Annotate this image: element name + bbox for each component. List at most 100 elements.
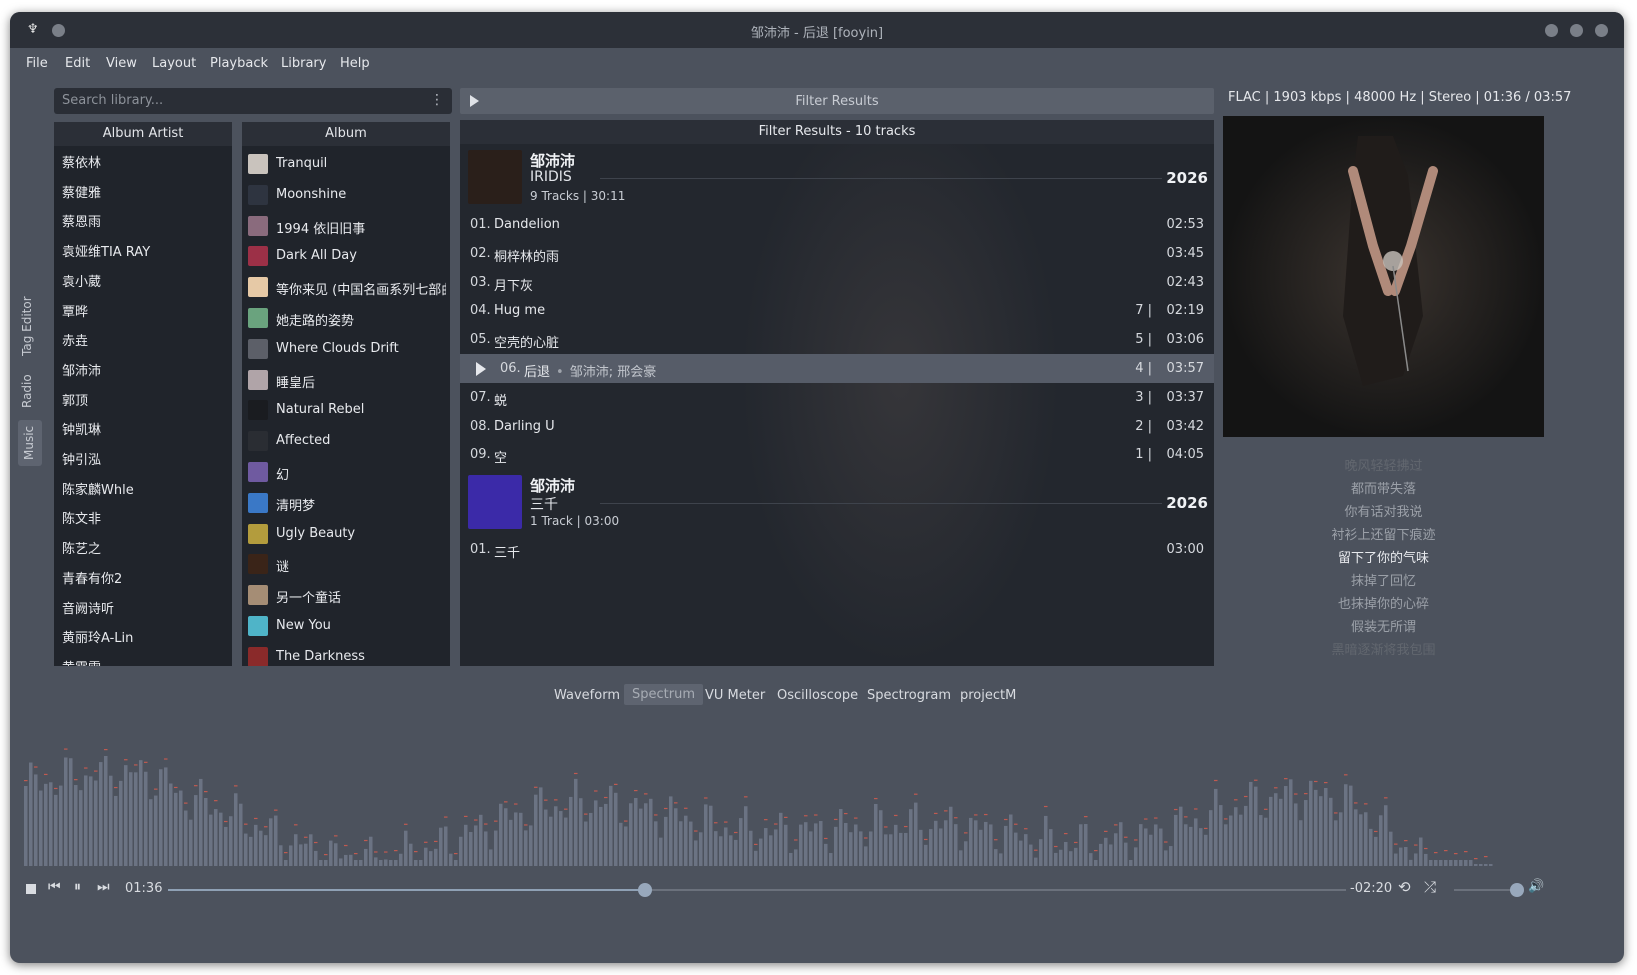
tab-spectrum[interactable]: Spectrum — [624, 684, 703, 705]
artist-list-item[interactable]: 钟引泓 — [62, 449, 101, 468]
album-list-item[interactable]: 另一个童话 — [248, 582, 446, 608]
artist-list-item[interactable]: 钟凯琳 — [62, 419, 101, 438]
album-name: 幻 — [276, 468, 290, 483]
tab-oscilloscope[interactable]: Oscilloscope — [777, 688, 858, 703]
spectrum-bar — [754, 850, 758, 866]
artist-list-item[interactable]: 郭顶 — [62, 390, 88, 409]
artist-list-item[interactable]: 赤垚 — [62, 330, 88, 349]
track-row[interactable]: 07. 蜕 3 | 03:37 — [460, 383, 1214, 412]
track-row[interactable]: 01. 三千 03:00 — [460, 535, 1214, 564]
album-group-header[interactable]: 邹沛沛 三千 1 Track | 03:00 2026 — [460, 469, 1214, 535]
menu-edit[interactable]: Edit — [65, 56, 90, 71]
spectrum-bar — [1029, 844, 1033, 866]
track-row[interactable]: 03. 月下灰 02:43 — [460, 268, 1214, 297]
artist-list-item[interactable]: 黄霄雲 — [62, 657, 101, 666]
lyric-line: 黑暗逐渐将我包围 — [1331, 643, 1436, 658]
album-list-item[interactable]: 幻 — [248, 459, 446, 485]
album-list-item[interactable]: Moonshine — [248, 182, 446, 208]
close-button[interactable] — [1595, 24, 1608, 37]
album-list-item[interactable]: New You — [248, 613, 446, 639]
repeat-icon[interactable]: ⟲ — [1398, 878, 1411, 896]
artist-list-item[interactable]: 覃晔 — [62, 301, 88, 320]
album-list-item[interactable]: Affected — [248, 428, 446, 454]
kebab-menu-icon[interactable]: ⋮ — [430, 92, 444, 108]
menu-help[interactable]: Help — [340, 56, 370, 71]
next-icon[interactable]: ⏭ — [97, 879, 110, 895]
tab-radio[interactable]: Radio — [20, 374, 34, 408]
album-list-item[interactable]: 等你来见 (中国名画系列七部曲) — [248, 274, 446, 300]
spectrum-peak — [714, 822, 718, 824]
artist-list-item[interactable]: 青春有你2 — [62, 568, 122, 587]
spectrum-bar — [269, 818, 273, 866]
artist-list-item[interactable]: 蔡恩雨 — [62, 211, 101, 230]
pause-icon[interactable]: ⏸ — [74, 879, 81, 895]
spectrum-bar — [849, 832, 853, 866]
artist-list-item[interactable]: 袁娅维TIA RAY — [62, 241, 150, 260]
artist-list-item[interactable]: 音阙诗听 — [62, 598, 114, 617]
artist-list-item[interactable]: 陈艺之 — [62, 538, 101, 557]
track-row[interactable]: 04. Hug me 7 | 02:19 — [460, 296, 1214, 325]
menu-file[interactable]: File — [26, 56, 48, 71]
album-list-item[interactable]: Where Clouds Drift — [248, 336, 446, 362]
seek-bar[interactable] — [168, 883, 1346, 897]
search-library-field[interactable]: Search library... ⋮ — [54, 88, 452, 114]
album-list-item[interactable]: 睡皇后 — [248, 367, 446, 393]
album-artist-header[interactable]: Album Artist — [54, 122, 232, 146]
album-header[interactable]: Album — [242, 122, 450, 146]
artist-list-item[interactable]: 蔡健雅 — [62, 182, 101, 201]
shuffle-icon[interactable]: ⤮ — [1424, 878, 1436, 896]
spectrum-bar — [194, 795, 198, 866]
volume-handle[interactable] — [1510, 883, 1524, 897]
album-list-item[interactable]: Ugly Beauty — [248, 521, 446, 547]
album-list-item[interactable]: Dark All Day — [248, 243, 446, 269]
album-list-item[interactable]: 1994 依旧旧事 — [248, 213, 446, 239]
maximize-button[interactable] — [1570, 24, 1583, 37]
track-row[interactable]: 09. 空 1 | 04:05 — [460, 440, 1214, 469]
volume-icon[interactable]: 🔊 — [1528, 879, 1544, 894]
tab-spectrogram[interactable]: Spectrogram — [867, 688, 951, 703]
spectrum-peak — [154, 788, 158, 790]
menu-library[interactable]: Library — [281, 56, 326, 71]
track-row[interactable]: 06. 后退 • 邹沛沛; 邢会豪 4 | 03:57 — [460, 354, 1214, 383]
tab-waveform[interactable]: Waveform — [554, 688, 620, 703]
spectrum-bar — [94, 780, 98, 866]
album-group-header[interactable]: 邹沛沛 IRIDIS 9 Tracks | 30:11 2026 — [460, 144, 1214, 210]
spectrum-bar — [24, 786, 28, 866]
track-row[interactable]: 08. Darling U 2 | 03:42 — [460, 412, 1214, 441]
artist-list-item[interactable]: 黄丽玲A-Lin — [62, 627, 133, 646]
spectrum-peak — [1464, 851, 1468, 853]
menu-layout[interactable]: Layout — [152, 56, 196, 71]
artist-list-item[interactable]: 蔡依林 — [62, 152, 101, 171]
spectrum-peak — [954, 817, 958, 819]
spectrum-bar — [1054, 852, 1058, 866]
previous-icon[interactable]: ⏮ — [48, 879, 61, 895]
album-list-item[interactable]: Tranquil — [248, 151, 446, 177]
album-list-item[interactable]: Natural Rebel — [248, 397, 446, 423]
seek-handle[interactable] — [638, 883, 653, 897]
track-row[interactable]: 01. Dandelion 02:53 — [460, 210, 1214, 239]
spectrum-bar — [349, 854, 353, 866]
artist-list-item[interactable]: 陈文非 — [62, 508, 101, 527]
tab-tag-editor[interactable]: Tag Editor — [20, 296, 34, 356]
spectrum-bar — [1324, 787, 1328, 866]
track-row[interactable]: 02. 桐梓林的雨 03:45 — [460, 239, 1214, 268]
track-row[interactable]: 05. 空壳的心脏 5 | 03:06 — [460, 325, 1214, 354]
minimize-button[interactable] — [1545, 24, 1558, 37]
tab-vu-meter[interactable]: VU Meter — [705, 688, 765, 703]
spectrum-peak — [1054, 845, 1058, 848]
album-list-item[interactable]: 清明梦 — [248, 490, 446, 516]
menu-playback[interactable]: Playback — [210, 56, 268, 71]
album-list-item[interactable]: The Darkness — [248, 644, 446, 666]
stop-icon[interactable] — [26, 884, 36, 894]
album-list-item[interactable]: 谜 — [248, 551, 446, 577]
artist-list-item[interactable]: 邹沛沛 — [62, 360, 101, 379]
album-list-item[interactable]: 她走路的姿势 — [248, 305, 446, 331]
tab-projectm[interactable]: projectM — [960, 688, 1016, 703]
menu-view[interactable]: View — [106, 56, 137, 71]
filter-results-bar[interactable]: Filter Results — [460, 88, 1214, 114]
artist-list-item[interactable]: 陈家麟Whle — [62, 479, 134, 498]
artist-list-item[interactable]: 袁小葳 — [62, 271, 101, 290]
tab-music[interactable]: Music — [22, 426, 36, 460]
track-number: 03. — [470, 274, 491, 290]
volume-slider[interactable] — [1454, 883, 1524, 897]
